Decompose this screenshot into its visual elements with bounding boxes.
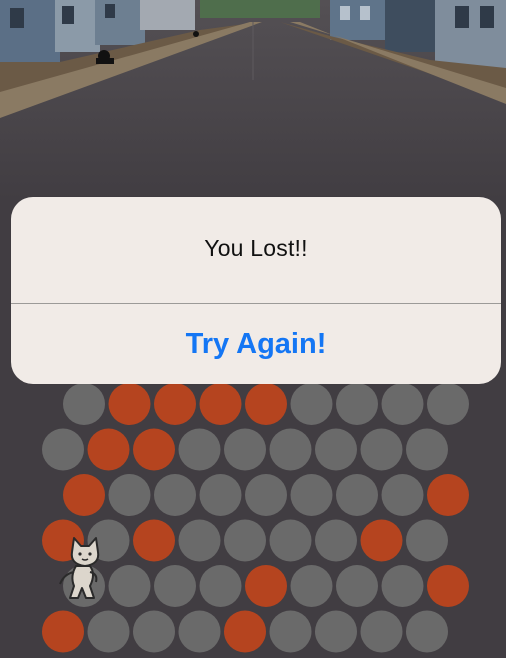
- board-cell-empty[interactable]: [154, 474, 196, 516]
- board-cell-empty[interactable]: [406, 610, 448, 653]
- board-cell-empty[interactable]: [87, 610, 130, 653]
- board-cell-empty[interactable]: [199, 474, 242, 516]
- board-cell-empty[interactable]: [290, 383, 333, 425]
- game-stage: You Lost!! Try Again!: [0, 0, 506, 658]
- dialog-title: You Lost!!: [204, 235, 308, 261]
- board-cell-blocked[interactable]: [133, 428, 175, 471]
- board-cell-blocked[interactable]: [108, 383, 151, 425]
- board-cell-empty[interactable]: [290, 474, 333, 516]
- board-cell-empty[interactable]: [315, 428, 357, 471]
- board-cell-empty[interactable]: [154, 565, 196, 607]
- board-cell-empty[interactable]: [290, 565, 333, 607]
- board-cell-blocked[interactable]: [63, 474, 105, 516]
- board-cell-blocked[interactable]: [360, 519, 403, 562]
- board-cell-blocked[interactable]: [427, 474, 469, 516]
- board-cell-blocked[interactable]: [154, 383, 196, 425]
- board-cell-empty[interactable]: [360, 428, 403, 471]
- board-cell-empty[interactable]: [406, 428, 448, 471]
- board-cell-blocked[interactable]: [427, 565, 469, 607]
- board-cell-empty[interactable]: [381, 565, 424, 607]
- board-cell-empty[interactable]: [42, 428, 84, 471]
- game-over-dialog: You Lost!! Try Again!: [11, 197, 501, 384]
- board-cell-empty[interactable]: [224, 519, 266, 562]
- board-cell-blocked[interactable]: [245, 565, 287, 607]
- board-cell-empty[interactable]: [269, 610, 312, 653]
- board-cell-empty[interactable]: [427, 383, 469, 425]
- cat-icon: [59, 537, 100, 599]
- board-cell-empty[interactable]: [381, 474, 424, 516]
- board-cell-empty[interactable]: [178, 519, 221, 562]
- try-again-button[interactable]: Try Again!: [11, 304, 501, 384]
- board-cell-empty[interactable]: [315, 610, 357, 653]
- board-cell-empty[interactable]: [199, 565, 242, 607]
- board-cell-empty[interactable]: [336, 383, 378, 425]
- board-cell-empty[interactable]: [336, 565, 378, 607]
- board-cell-empty[interactable]: [178, 428, 221, 471]
- board-cell-blocked[interactable]: [199, 383, 242, 425]
- board-cell-empty[interactable]: [336, 474, 378, 516]
- board-cell-blocked[interactable]: [42, 610, 84, 653]
- board-cell-blocked[interactable]: [133, 519, 175, 562]
- board-cell-empty[interactable]: [224, 428, 266, 471]
- board-cell-empty[interactable]: [360, 610, 403, 653]
- board-cell-empty[interactable]: [108, 474, 151, 516]
- board-cell-empty[interactable]: [178, 610, 221, 653]
- board-cell-blocked[interactable]: [87, 428, 130, 471]
- board-cell-empty[interactable]: [245, 474, 287, 516]
- board-cell-blocked[interactable]: [245, 383, 287, 425]
- board-cell-empty[interactable]: [315, 519, 357, 562]
- board-cell-blocked[interactable]: [224, 610, 266, 653]
- board-cell-empty[interactable]: [269, 428, 312, 471]
- board-cell-empty[interactable]: [133, 610, 175, 653]
- board-cell-empty[interactable]: [406, 519, 448, 562]
- board-cell-empty[interactable]: [381, 383, 424, 425]
- board-cell-empty[interactable]: [108, 565, 151, 607]
- board-cell-empty[interactable]: [63, 383, 105, 425]
- board-cell-empty[interactable]: [269, 519, 312, 562]
